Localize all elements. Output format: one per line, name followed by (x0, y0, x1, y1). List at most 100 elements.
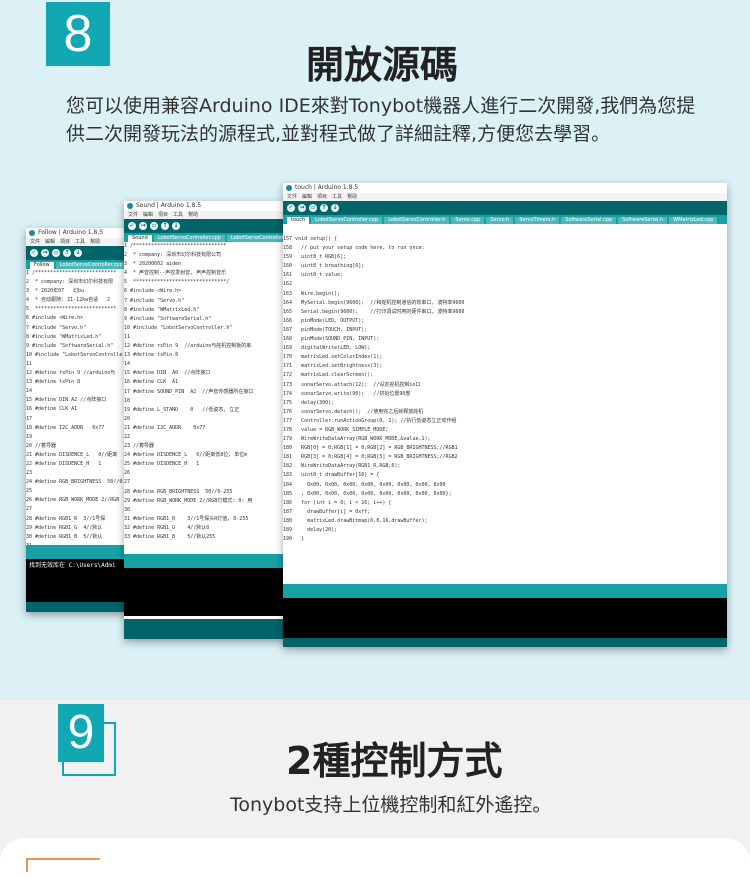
code-line: 173 sonarServo.attach(12); //设定舵机控制io口 (283, 381, 421, 388)
code-line: 18 (124, 397, 131, 404)
menu-item[interactable]: 項目 (317, 194, 327, 200)
file-tab[interactable]: touch (287, 217, 310, 224)
open-icon[interactable]: ↑ (320, 204, 328, 212)
verify-icon[interactable]: ✓ (287, 204, 295, 212)
new-icon[interactable]: ▫ (309, 204, 317, 212)
section-title: 2種控制方式 (286, 739, 503, 783)
code-line: 165 Serial.begin(9600); //打印调试时用的硬件串口, 波… (283, 308, 465, 315)
new-icon[interactable]: ▫ (150, 222, 158, 230)
code-line: 19 #define L_STAND 0 //低姿态, 立正 (124, 406, 240, 413)
code-line: 20 (124, 415, 131, 422)
console-output: 找到无效库在 C:\Users\Admi (26, 559, 136, 604)
code-line: 12 #define rxPin 9 //arduino与 (26, 370, 116, 377)
save-icon[interactable]: ↓ (172, 222, 180, 230)
open-icon[interactable]: ↑ (161, 222, 169, 230)
code-line: 29 #define RGB_WORK_MODE 2//RGB灯模式: 0: 用 (124, 497, 253, 504)
menu-bar: 文件 編輯 項目 工具 幫助 (26, 238, 136, 246)
tab-bar: FollowLobotServoController.cppLobotServo… (26, 260, 136, 269)
code-line: 13 #define txPin 8 (124, 352, 179, 359)
arduino-icon (286, 185, 292, 191)
code-line: 4 * 自动跟随: Z1-12kw自适 2 (26, 297, 111, 304)
save-icon[interactable]: ↓ (74, 249, 82, 257)
file-tab[interactable]: LobotServoController.cpp (55, 262, 127, 269)
code-line: 12 #define rxPin 9 //arduino与舵机控制板的串 (124, 343, 252, 350)
new-icon[interactable]: ▫ (52, 249, 60, 257)
menu-item[interactable]: 項目 (158, 212, 168, 218)
upload-icon[interactable]: → (298, 204, 306, 212)
tab-bar: Sound LobotServoController.cpp LobotServoC… (124, 233, 287, 242)
code-line: 30 (124, 506, 131, 513)
code-line: 24 #define DISDENCE_L 0//距离低8位, 单位m (124, 452, 248, 459)
code-line: 180 RGB[0] = 0;RGB[1] = 0;RGB[2] = RGB_B… (283, 445, 458, 452)
console-divider (26, 545, 136, 559)
code-line: 174 sonarServo.write(90); //初始位置90度 (283, 390, 411, 397)
code-editor[interactable]: 1 /******************************* 2 * co… (124, 242, 287, 554)
menu-item[interactable]: 工具 (173, 212, 183, 218)
menu-item[interactable]: 幫助 (188, 212, 198, 218)
file-tab[interactable]: SoftwareSerial.h (618, 217, 668, 224)
code-line: 179 WireWriteDataArray(RGB_WORK_MODE,&va… (283, 436, 431, 443)
code-line: 19 (26, 433, 33, 440)
code-line: 168 pinMode(SOUND_PIN, INPUT); (283, 336, 380, 343)
code-line: 20 //着导器 (26, 442, 57, 449)
upload-icon[interactable]: → (139, 222, 147, 230)
code-line: 31 #define RGB1_R 3//1号探头R灯值, 0-255 (124, 515, 249, 522)
menu-item[interactable]: 編輯 (143, 212, 153, 218)
arduino-icon (29, 230, 35, 236)
file-tab[interactable]: Servo.cpp (451, 217, 485, 224)
menu-item[interactable]: 工具 (332, 194, 342, 200)
section-number-badge: 8 (46, 2, 110, 66)
open-icon[interactable]: ↑ (63, 249, 71, 257)
console-output (124, 568, 287, 616)
code-editor[interactable]: 157 void setup() {158 // put your setup … (283, 235, 727, 584)
menu-item[interactable]: 編輯 (45, 239, 55, 245)
window-title-bar: Sound | Arduino 1.8.5 (124, 201, 287, 211)
status-bar (283, 638, 727, 647)
code-line: 33 #define RGB1_B 5//默认255 (124, 534, 216, 540)
code-line: 188 matrixLed.drawBitmap(0,0,16,drawBuff… (283, 517, 428, 524)
section-title: 開放源碼 (306, 43, 459, 87)
code-line: 32 #define RGB1_G 4//默认0 (124, 524, 210, 531)
code-line: 189 delay(20); (283, 527, 338, 533)
verify-icon[interactable]: ✓ (128, 222, 136, 230)
code-line: 9 #include "SoftwareSerial.h" (26, 342, 114, 349)
menu-item[interactable]: 幫助 (90, 239, 100, 245)
section-subtitle: Tonybot支持上位機控制和紅外遙控。 (230, 794, 552, 816)
code-line: 8 #include "WMatrixLed.h" (124, 306, 200, 313)
menu-item[interactable]: 工具 (75, 239, 85, 245)
code-line: 163 Wire.begin(); (283, 290, 341, 297)
upload-icon[interactable]: → (41, 249, 49, 257)
code-line: 185 , 0x00, 0x00, 0x00, 0x00, 0x00, 0x00… (283, 490, 452, 497)
window-title: touch | Arduino 1.8.5 (295, 184, 359, 191)
menu-item[interactable]: 幫助 (347, 194, 357, 200)
file-tab[interactable]: LobotServoController.cpp (153, 235, 225, 242)
menu-item[interactable]: 項目 (60, 239, 70, 245)
code-line: 1 /*************************** (26, 270, 117, 276)
file-tab[interactable]: ServoTimers.h (515, 217, 560, 224)
code-line: 21 #define I2C_ADDR 0x77 (124, 424, 206, 431)
file-tab[interactable]: Servo.h (486, 217, 514, 224)
file-tab[interactable]: WMatrixLed.cpp (669, 217, 718, 224)
menu-item[interactable]: 文件 (128, 212, 138, 218)
file-tab[interactable]: Sound (128, 235, 152, 242)
code-line: 183 uint8_t drawBuffer[16] = { (283, 472, 380, 479)
menu-item[interactable]: 文件 (30, 239, 40, 245)
code-line: 26 #define RGB_WORK_MODE 2//RGB (26, 497, 120, 504)
code-line: 8 #include "WMatrixLed.h" (26, 333, 102, 340)
code-line: 27 (26, 506, 33, 513)
file-tab[interactable]: LobotServoController.h (226, 235, 287, 242)
save-icon[interactable]: ↓ (331, 204, 339, 212)
code-line: 159 uint8_t RGB[6]; (283, 254, 347, 261)
menu-item[interactable]: 文件 (287, 194, 297, 200)
code-editor[interactable]: 1 /*************************** 2 * compan… (26, 269, 136, 545)
file-tab[interactable]: LobotServoController.cpp (311, 217, 383, 224)
verify-icon[interactable]: ✓ (30, 249, 38, 257)
section-number-badge: 9 (58, 704, 104, 762)
file-tab[interactable]: Follow (30, 262, 54, 269)
file-tab[interactable]: SoftwareSerial.cpp (561, 217, 617, 224)
window-title-bar: Follow | Arduino 1.8.5 (26, 228, 136, 238)
menu-item[interactable]: 編輯 (302, 194, 312, 200)
code-line: 10 #include "LobotServoControlle (26, 351, 123, 358)
file-tab[interactable]: LobotServoController.h (384, 217, 450, 224)
code-line: 29 #define RGB1_G 4//默认 (26, 524, 103, 531)
